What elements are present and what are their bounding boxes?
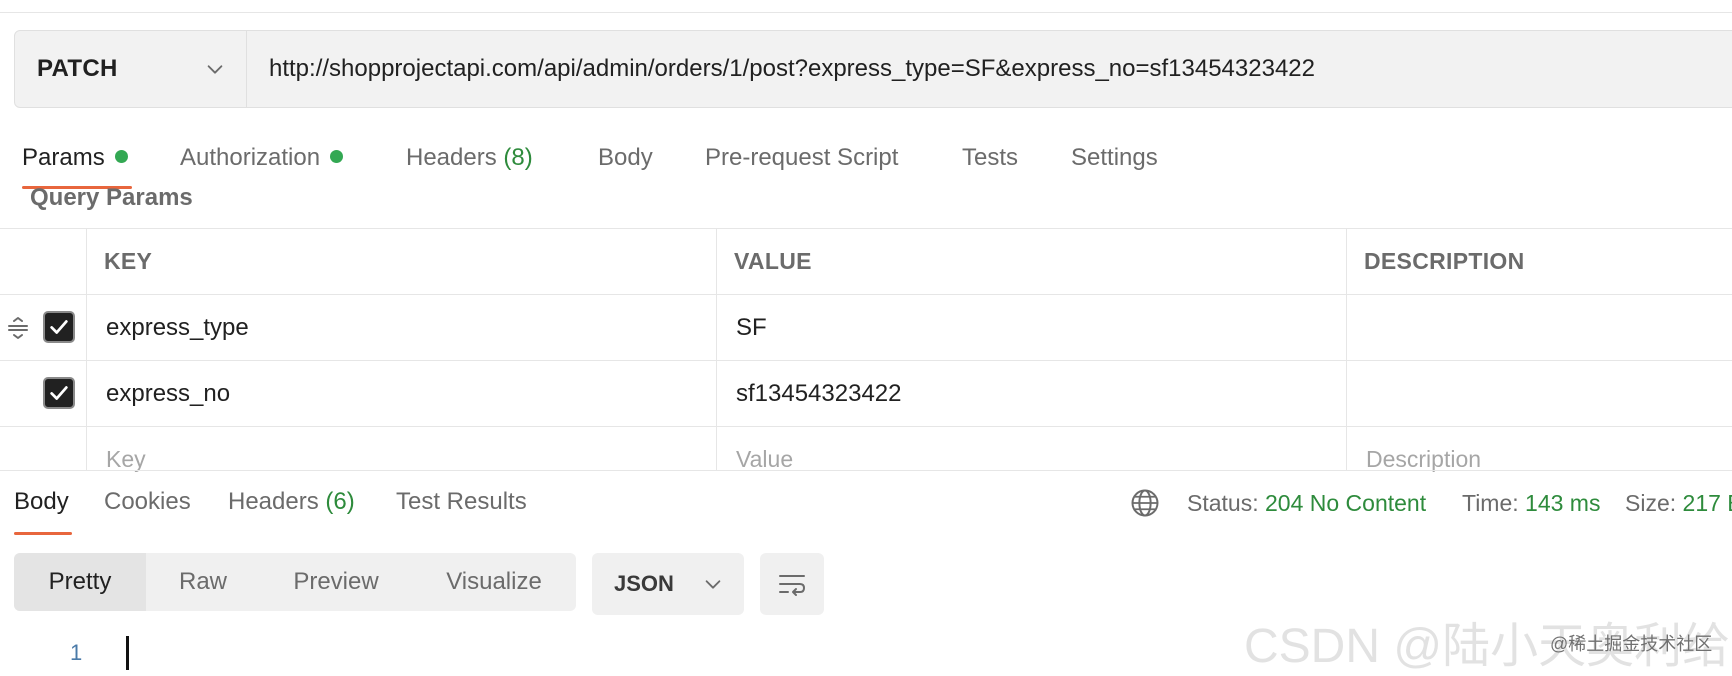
method-select[interactable]: PATCH [15,31,247,107]
table-divider [0,360,1732,361]
status-label: Status: [1187,490,1259,516]
param-value[interactable]: sf13454323422 [736,380,902,408]
view-visualize-button[interactable]: Visualize [412,553,576,611]
url-input[interactable]: http://shopprojectapi.com/api/admin/orde… [247,55,1315,83]
column-header-key: KEY [104,248,153,274]
view-preview-button[interactable]: Preview [260,553,412,611]
active-response-tab-indicator [14,532,72,535]
tab-headers-count: (8) [503,144,533,171]
chevron-down-icon [207,65,223,74]
table-divider [0,294,1732,295]
response-divider [0,470,1732,471]
tab-params-label: Params [22,144,105,171]
globe-icon[interactable] [1130,488,1160,518]
response-tab-headers-label: Headers [228,488,319,515]
tab-body[interactable]: Body [598,140,653,176]
row-checkbox[interactable] [43,311,75,343]
size-value[interactable]: 217 B [1683,490,1732,516]
query-params-title: Query Params [30,184,193,211]
view-pretty-button[interactable]: Pretty [14,553,146,611]
tab-authorization-label: Authorization [180,144,321,171]
time-label: Time: [1462,490,1519,516]
time-value[interactable]: 143 ms [1525,490,1600,516]
checkmark-icon [50,320,68,334]
line-number: 1 [70,640,83,665]
request-bar: PATCH http://shopprojectapi.com/api/admi… [14,30,1732,108]
param-key[interactable]: express_type [106,314,249,342]
response-time: Time: 143 ms [1462,490,1600,517]
response-tab-cookies[interactable]: Cookies [104,488,191,516]
wrap-text-icon [779,575,805,596]
table-divider [0,228,1732,229]
column-header-value: VALUE [734,248,812,274]
watermark-juejin: @稀土掘金技术社区 [1550,634,1713,654]
tab-headers-label: Headers [406,144,497,171]
view-mode-segmented-control: Pretty Raw Preview Visualize [14,553,576,611]
top-divider [0,12,1732,13]
response-tab-headers-count: (6) [325,488,355,515]
wrap-lines-button[interactable] [760,553,824,615]
size-label: Size: [1625,490,1677,516]
tab-tests[interactable]: Tests [962,140,1018,176]
chevron-down-icon [705,580,721,589]
view-raw-button[interactable]: Raw [146,553,260,611]
key-input[interactable]: Key [106,446,146,473]
response-tab-body[interactable]: Body [14,488,69,516]
response-status: Status: 204 No Content [1187,490,1426,517]
row-checkbox[interactable] [43,377,75,409]
column-header-description: DESCRIPTION [1364,248,1525,274]
description-input[interactable]: Description [1366,446,1481,473]
param-value[interactable]: SF [736,314,767,342]
response-size: Size: 217 B [1625,490,1732,517]
text-cursor [126,636,129,670]
checkmark-icon [50,386,68,400]
column-divider [1346,228,1347,470]
status-dot [330,150,344,164]
tab-params[interactable]: Params [22,140,128,176]
method-label: PATCH [37,55,118,82]
tab-authorization[interactable]: Authorization [180,140,344,176]
tab-settings[interactable]: Settings [1071,140,1158,176]
status-value[interactable]: 204 No Content [1265,490,1426,516]
drag-handle-icon[interactable] [6,316,30,340]
response-tab-test-results[interactable]: Test Results [396,488,527,516]
tab-headers[interactable]: Headers (8) [406,140,533,176]
column-divider [716,228,717,470]
tab-pre-request-script[interactable]: Pre-request Script [705,140,898,176]
format-select[interactable]: JSON [592,553,744,615]
column-divider [86,228,87,470]
value-input[interactable]: Value [736,446,793,473]
response-tab-headers[interactable]: Headers (6) [228,488,355,516]
format-label: JSON [614,571,674,596]
param-key[interactable]: express_no [106,380,230,408]
table-divider [0,426,1732,427]
status-dot [114,150,128,164]
